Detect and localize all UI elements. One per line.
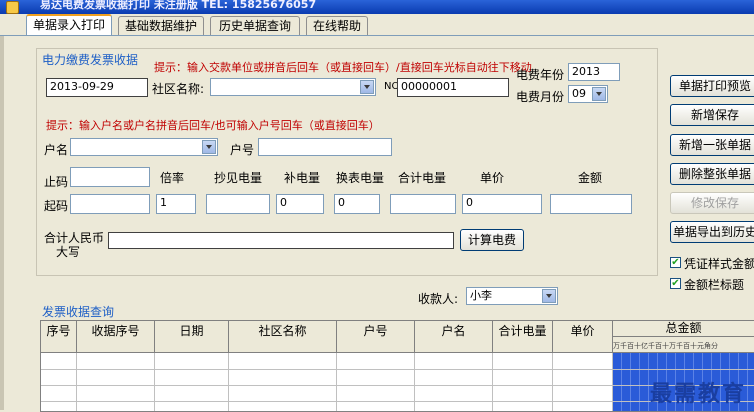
edit-save-button[interactable]: 修改保存	[670, 192, 754, 214]
amount-title-label: 金额栏标题	[684, 278, 745, 292]
total-usage-field[interactable]	[390, 194, 456, 214]
col-community[interactable]: 社区名称	[229, 321, 337, 353]
col-receipt-no[interactable]: 收据序号	[77, 321, 155, 353]
col-total-usage-body	[493, 353, 553, 411]
add-save-button[interactable]: 新增保存	[670, 104, 754, 126]
col-community-body	[229, 353, 337, 411]
stop-reading-label: 止码	[44, 175, 69, 189]
tab-history-query[interactable]: 历史单据查询	[210, 16, 300, 35]
add-new-receipt-button[interactable]: 新增一张单据	[670, 134, 754, 156]
date-field[interactable]: 2013-09-29	[46, 78, 148, 97]
col-unit-price-body	[553, 353, 613, 411]
voucher-amount-checkbox[interactable]: ✔	[670, 257, 681, 268]
left-border	[0, 36, 4, 410]
month-label: 电费月份	[516, 90, 565, 104]
payee-combo[interactable]: 小李	[466, 287, 558, 305]
header-swap-usage: 换表电量	[336, 171, 385, 185]
hint-mid: 提示：输入户名或户名拼音后回车/也可输入户号回车（或直接回车）	[46, 119, 380, 132]
col-account-no-body	[337, 353, 415, 411]
grid-row-line	[41, 401, 754, 402]
tab-online-help[interactable]: 在线帮助	[306, 16, 368, 35]
query-grid[interactable]: 序号 收据序号 日期 社区名称 户号 户名 合计电量 单价 总金额 万千百十亿千…	[40, 320, 754, 412]
amount-digit-labels: 万千百十亿千百十万千百十元角分	[613, 342, 718, 350]
export-history-button[interactable]: 单据导出到历史	[670, 221, 754, 243]
header-read-usage: 抄见电量	[214, 171, 263, 185]
delete-receipt-button[interactable]: 删除整张单据	[670, 163, 754, 185]
col-total-usage[interactable]: 合计电量	[493, 321, 553, 353]
month-value: 09	[572, 87, 586, 100]
grid-row-line	[41, 369, 754, 370]
grid-row-line	[41, 385, 754, 386]
header-multiplier: 倍率	[160, 171, 185, 185]
col-total-amount[interactable]: 总金额	[613, 321, 754, 337]
col-date[interactable]: 日期	[155, 321, 229, 353]
year-label: 电费年份	[516, 68, 565, 82]
header-total-usage: 合计电量	[398, 171, 447, 185]
start-reading-field[interactable]	[70, 194, 150, 214]
total-capital-label: 大写	[56, 245, 81, 259]
start-reading-label: 起码	[44, 199, 69, 213]
payee-value: 小李	[470, 289, 492, 302]
year-field[interactable]: 2013	[568, 63, 620, 81]
col-account-no[interactable]: 户号	[337, 321, 415, 353]
month-dropdown-icon[interactable]	[592, 87, 606, 101]
payee-dropdown-icon[interactable]	[542, 289, 556, 303]
read-usage-field[interactable]	[206, 194, 270, 214]
receipt-section-title: 电力缴费发票收据	[42, 53, 139, 67]
community-combo[interactable]	[210, 78, 376, 96]
print-preview-button[interactable]: 单据打印预览	[670, 75, 754, 97]
header-unit-price: 单价	[480, 171, 505, 185]
tab-receipt-entry[interactable]: 单据录入打印	[26, 14, 112, 36]
header-amount: 金额	[578, 171, 603, 185]
account-name-label: 户名	[44, 143, 69, 157]
col-unit-price[interactable]: 单价	[553, 321, 613, 353]
tab-divider	[0, 35, 754, 36]
total-capital-field[interactable]	[108, 232, 454, 249]
col-account-name[interactable]: 户名	[415, 321, 493, 353]
swap-usage-field[interactable]: 0	[334, 194, 380, 214]
hint-top: 提示：输入交款单位或拼音后回车（或直接回车）/直接回车光标自动往下移动	[154, 61, 532, 74]
col-date-body	[155, 353, 229, 411]
window-title: 易达电费发票收据打印 未注册版 TEL: 15825676057	[40, 0, 317, 11]
col-index-body	[41, 353, 77, 411]
stop-reading-field[interactable]	[70, 167, 150, 187]
receipt-no-field[interactable]: 00000001	[397, 78, 509, 97]
month-combo[interactable]: 09	[568, 85, 608, 103]
extra-usage-field[interactable]: 0	[276, 194, 324, 214]
col-receipt-no-body	[77, 353, 155, 411]
amount-title-checkbox[interactable]: ✔	[670, 278, 681, 289]
account-name-combo[interactable]	[70, 138, 218, 156]
query-section-title: 发票收据查询	[42, 305, 115, 319]
col-account-name-body	[415, 353, 493, 411]
header-extra-usage: 补电量	[284, 171, 321, 185]
amount-digit-header: 万千百十亿千百十万千百十元角分	[613, 337, 754, 353]
voucher-amount-label: 凭证样式金额	[684, 257, 754, 271]
community-label: 社区名称:	[152, 82, 205, 96]
unit-price-field[interactable]: 0	[462, 194, 542, 214]
col-index[interactable]: 序号	[41, 321, 77, 353]
title-bar: 易达电费发票收据打印 未注册版 TEL: 15825676057	[0, 0, 754, 14]
account-name-dropdown-icon[interactable]	[202, 140, 216, 154]
app-icon	[6, 1, 19, 14]
account-no-label: 户号	[230, 143, 255, 157]
amount-field[interactable]	[550, 194, 632, 214]
watermark-logo: 最需教育	[649, 381, 746, 407]
community-dropdown-icon[interactable]	[360, 80, 374, 94]
payee-label: 收款人:	[418, 292, 459, 306]
tab-basic-data[interactable]: 基础数据维护	[118, 16, 204, 35]
account-no-field[interactable]	[258, 138, 392, 156]
multiplier-field[interactable]: 1	[156, 194, 196, 214]
calc-fee-button[interactable]: 计算电费	[460, 229, 524, 251]
